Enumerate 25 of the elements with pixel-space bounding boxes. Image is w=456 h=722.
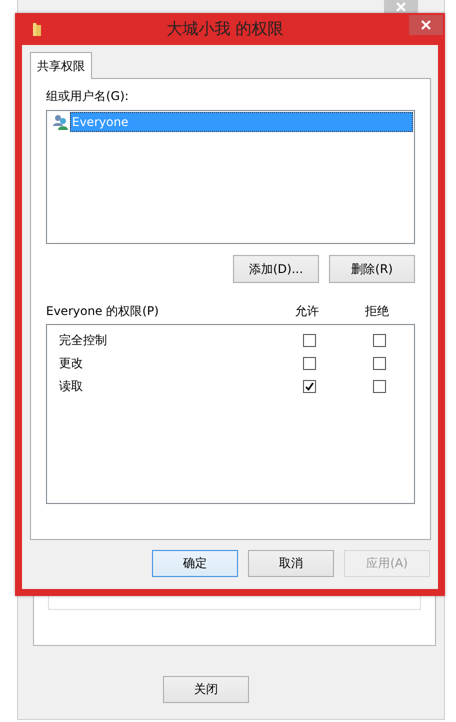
users-icon xyxy=(52,114,70,130)
permission-name: 读取 xyxy=(58,378,84,395)
column-header: 允许 xyxy=(294,302,320,320)
close-icon xyxy=(421,20,431,30)
allow-checkbox[interactable] xyxy=(303,357,316,370)
window-title: 大城小我 的权限 xyxy=(165,18,285,40)
allow-checkbox[interactable] xyxy=(303,334,316,347)
tab[interactable]: 共享权限 xyxy=(30,52,92,79)
column-header: 拒绝 xyxy=(364,302,390,320)
deny-checkbox[interactable] xyxy=(372,334,386,347)
user-button[interactable]: 添加(D)... xyxy=(233,255,319,283)
allow-checkbox[interactable] xyxy=(303,380,316,393)
deny-checkbox[interactable] xyxy=(372,357,386,370)
deny-checkbox[interactable] xyxy=(372,380,386,393)
permissions-label: Everyone 的权限(P) xyxy=(46,302,160,320)
close-icon xyxy=(396,2,406,12)
close-button[interactable] xyxy=(409,15,443,35)
folder-icon xyxy=(32,21,42,37)
dialog-button[interactable]: 确定 xyxy=(152,550,238,577)
close-dialog-button[interactable]: 关闭 xyxy=(163,676,249,703)
permission-name: 更改 xyxy=(58,355,84,372)
permission-name: 完全控制 xyxy=(58,332,108,349)
user-button[interactable]: 删除(R) xyxy=(329,255,415,283)
dialog-button[interactable]: 取消 xyxy=(248,550,334,577)
groups-label: 组或用户名(G): xyxy=(46,88,130,104)
